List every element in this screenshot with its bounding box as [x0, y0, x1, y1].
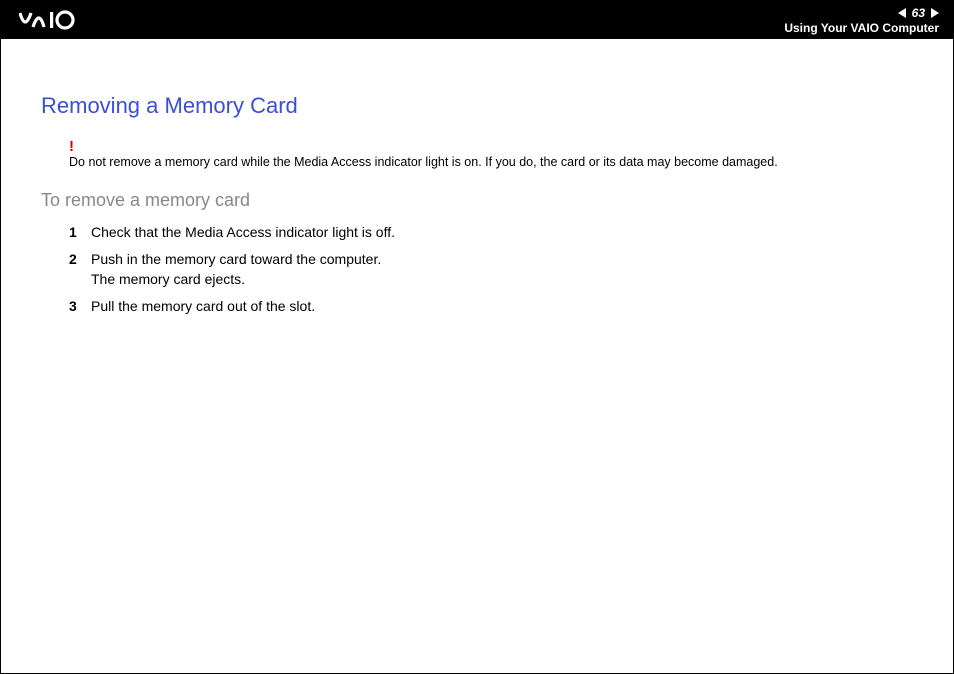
steps-list: 1 Check that the Media Access indicator … — [69, 223, 913, 317]
section-title: Using Your VAIO Computer — [784, 21, 939, 35]
warning-block: ! Do not remove a memory card while the … — [69, 139, 913, 172]
prev-page-arrow-icon[interactable] — [898, 8, 906, 18]
header-bar: 63 Using Your VAIO Computer — [1, 1, 953, 39]
page-number: 63 — [910, 6, 927, 20]
warning-icon: ! — [69, 139, 913, 154]
step-number: 2 — [69, 250, 91, 289]
step-number: 3 — [69, 297, 91, 317]
page-content: Removing a Memory Card ! Do not remove a… — [1, 39, 953, 317]
header-right: 63 Using Your VAIO Computer — [784, 6, 939, 35]
step-text: Push in the memory card toward the compu… — [91, 250, 913, 289]
page-nav: 63 — [898, 6, 939, 20]
page-heading: Removing a Memory Card — [41, 93, 913, 119]
step-number: 1 — [69, 223, 91, 243]
vaio-logo — [19, 9, 129, 31]
step-text: Check that the Media Access indicator li… — [91, 223, 913, 243]
step-text: Pull the memory card out of the slot. — [91, 297, 913, 317]
sub-heading: To remove a memory card — [41, 190, 913, 211]
list-item: 2 Push in the memory card toward the com… — [69, 250, 913, 289]
next-page-arrow-icon[interactable] — [931, 8, 939, 18]
list-item: 3 Pull the memory card out of the slot. — [69, 297, 913, 317]
list-item: 1 Check that the Media Access indicator … — [69, 223, 913, 243]
warning-text: Do not remove a memory card while the Me… — [69, 154, 913, 172]
